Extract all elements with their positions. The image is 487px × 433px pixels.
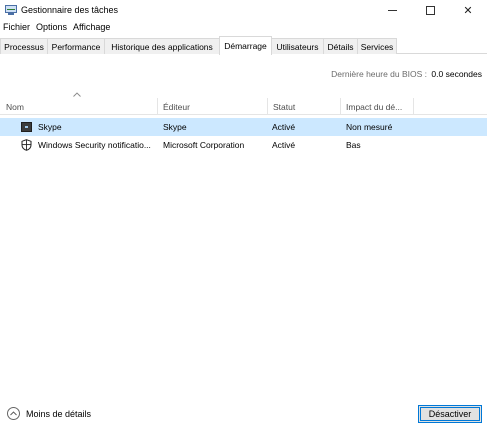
column-header-empty	[413, 98, 487, 115]
tab-performance[interactable]: Performance	[47, 38, 105, 54]
task-manager-icon	[5, 5, 17, 15]
column-headers: Nom Éditeur Statut Impact du dé...	[0, 98, 487, 115]
row-status: Activé	[272, 140, 296, 150]
tab-demarrage[interactable]: Démarrage	[219, 36, 272, 55]
row-status: Activé	[272, 122, 296, 132]
row-name: Skype	[38, 122, 62, 132]
table-row[interactable]: Skype Skype Activé Non mesuré	[0, 118, 487, 136]
close-button[interactable]: ✕	[449, 0, 487, 20]
menu-fichier[interactable]: Fichier	[0, 22, 32, 32]
skype-icon	[21, 122, 32, 132]
chevron-up-circle-icon	[7, 407, 20, 420]
tab-bar: Processus Performance Historique des app…	[0, 36, 487, 55]
menu-bar: Fichier Options Affichage	[0, 20, 112, 34]
minimize-icon	[387, 9, 397, 11]
row-name: Windows Security notificatio...	[38, 140, 151, 150]
row-publisher: Skype	[163, 122, 187, 132]
bios-time: Dernière heure du BIOS : 0.0 secondes	[331, 69, 482, 79]
tab-utilisateurs[interactable]: Utilisateurs	[271, 38, 324, 54]
minimize-button[interactable]	[373, 0, 411, 20]
menu-options[interactable]: Options	[32, 22, 69, 32]
maximize-icon	[425, 5, 435, 15]
tab-historique[interactable]: Historique des applications	[104, 38, 220, 54]
window-controls: ✕	[373, 0, 487, 20]
row-impact: Non mesuré	[346, 122, 393, 132]
window-title: Gestionnaire des tâches	[21, 5, 119, 15]
windows-security-shield-icon	[21, 139, 32, 151]
table-row[interactable]: Windows Security notificatio... Microsof…	[0, 136, 487, 154]
menu-affichage[interactable]: Affichage	[69, 22, 112, 32]
row-impact: Bas	[346, 140, 361, 150]
column-header-impact[interactable]: Impact du dé...	[340, 98, 413, 115]
bios-label: Dernière heure du BIOS :	[331, 69, 428, 79]
disable-button[interactable]: Désactiver	[418, 405, 482, 423]
less-details-button[interactable]: Moins de détails	[7, 407, 91, 420]
bios-value: 0.0 secondes	[431, 69, 482, 79]
tab-details[interactable]: Détails	[323, 38, 358, 54]
maximize-button[interactable]	[411, 0, 449, 20]
tab-services[interactable]: Services	[357, 38, 397, 54]
footer: Moins de détails Désactiver	[0, 398, 487, 433]
title-bar: Gestionnaire des tâches ✕	[0, 0, 487, 20]
row-publisher: Microsoft Corporation	[163, 140, 245, 150]
column-header-statut[interactable]: Statut	[267, 98, 340, 115]
disable-button-label: Désactiver	[428, 409, 472, 419]
close-icon: ✕	[463, 3, 473, 17]
sort-ascending-icon	[73, 92, 81, 97]
column-header-editeur[interactable]: Éditeur	[157, 98, 267, 115]
less-details-label: Moins de détails	[26, 408, 92, 419]
tab-processus[interactable]: Processus	[0, 38, 48, 54]
startup-list: Skype Skype Activé Non mesuré Windows Se…	[0, 118, 487, 154]
column-header-nom[interactable]: Nom	[0, 98, 157, 115]
